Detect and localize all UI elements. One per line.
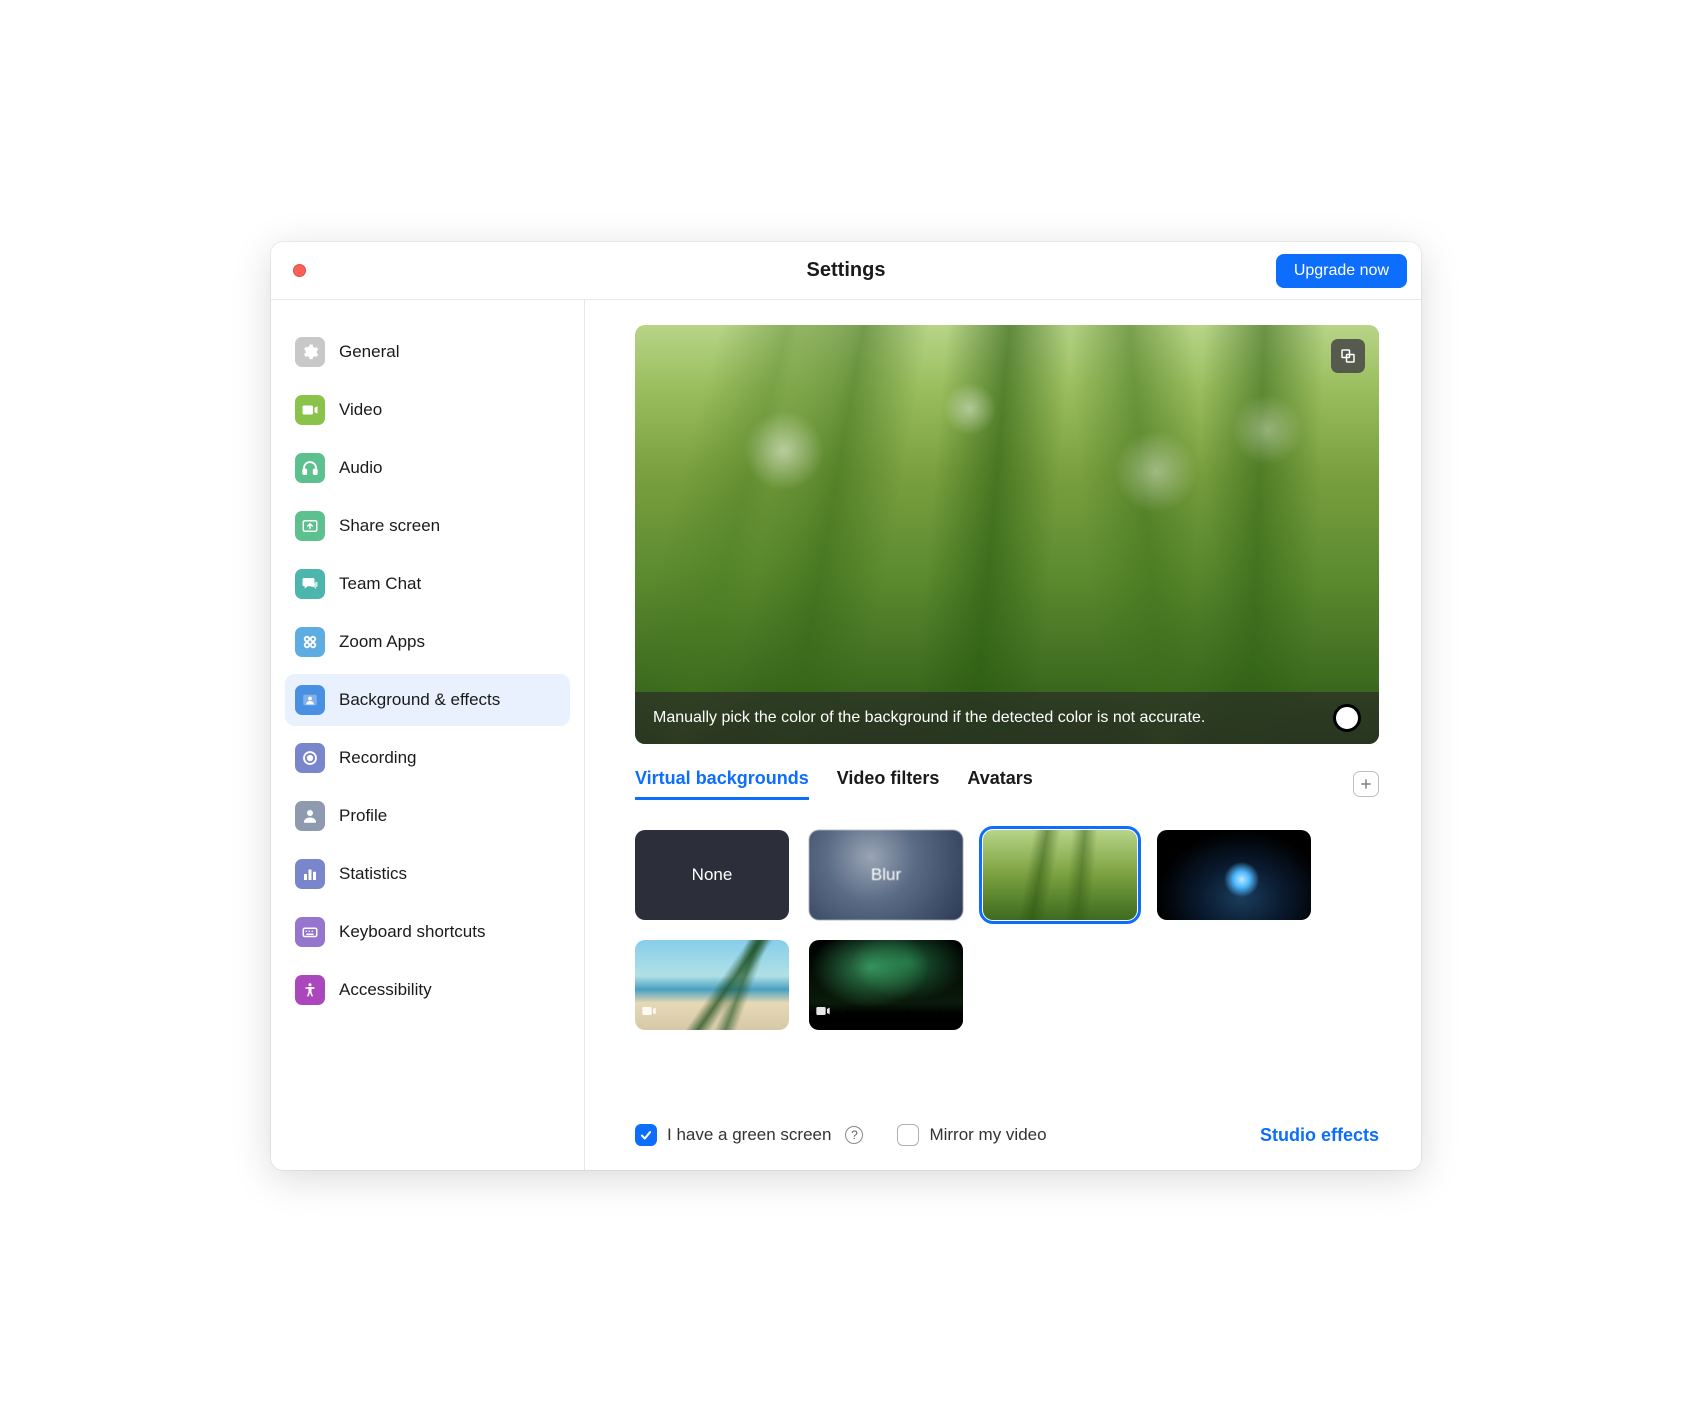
sidebar-item-label: Accessibility xyxy=(339,980,432,1000)
statistics-icon xyxy=(295,859,325,889)
settings-window: Settings Upgrade now General Video xyxy=(271,242,1421,1170)
preview-caption-text: Manually pick the color of the backgroun… xyxy=(653,706,1205,729)
keyboard-icon xyxy=(295,917,325,947)
add-background-button[interactable] xyxy=(1353,771,1379,797)
sidebar-item-accessibility[interactable]: Accessibility xyxy=(285,964,570,1016)
sidebar-item-background-effects[interactable]: Background & effects xyxy=(285,674,570,726)
sidebar-item-zoom-apps[interactable]: Zoom Apps xyxy=(285,616,570,668)
mirror-video-option[interactable]: Mirror my video xyxy=(897,1124,1046,1146)
footer-options: I have a green screen ? Mirror my video xyxy=(635,1124,1047,1146)
green-screen-label: I have a green screen xyxy=(667,1125,831,1145)
tab-avatars[interactable]: Avatars xyxy=(967,768,1032,800)
mirror-video-checkbox[interactable] xyxy=(897,1124,919,1146)
background-beach[interactable] xyxy=(635,940,789,1030)
sidebar-item-label: Statistics xyxy=(339,864,407,884)
window-title: Settings xyxy=(807,259,886,282)
share-screen-icon xyxy=(295,511,325,541)
upgrade-button[interactable]: Upgrade now xyxy=(1276,254,1407,288)
sidebar-item-label: Zoom Apps xyxy=(339,632,425,652)
background-blur[interactable]: Blur xyxy=(809,830,963,920)
background-thumbnails: None Blur xyxy=(635,830,1379,1030)
sidebar-item-share-screen[interactable]: Share screen xyxy=(285,500,570,552)
thumb-label: None xyxy=(692,865,733,885)
close-window-button[interactable] xyxy=(293,264,306,277)
tabs-row: Virtual backgrounds Video filters Avatar… xyxy=(635,768,1379,800)
sidebar-item-label: Team Chat xyxy=(339,574,421,594)
aurora-trees xyxy=(809,1008,963,1030)
sidebar-item-label: Video xyxy=(339,400,382,420)
accessibility-icon xyxy=(295,975,325,1005)
color-picker-button[interactable] xyxy=(1333,704,1361,732)
sidebar-item-label: Audio xyxy=(339,458,382,478)
sidebar-item-statistics[interactable]: Statistics xyxy=(285,848,570,900)
preview-background xyxy=(635,325,1379,744)
sidebar-item-label: Profile xyxy=(339,806,387,826)
video-badge-icon xyxy=(641,1003,657,1024)
record-icon xyxy=(295,743,325,773)
sidebar-item-label: Background & effects xyxy=(339,690,500,710)
chat-icon xyxy=(295,569,325,599)
background-none[interactable]: None xyxy=(635,830,789,920)
sidebar-item-general[interactable]: General xyxy=(285,326,570,378)
background-effects-icon xyxy=(295,685,325,715)
titlebar: Settings Upgrade now xyxy=(271,242,1421,300)
thumb-label: Blur xyxy=(871,865,901,885)
tabs: Virtual backgrounds Video filters Avatar… xyxy=(635,768,1033,800)
green-screen-checkbox[interactable] xyxy=(635,1124,657,1146)
background-earth[interactable] xyxy=(1157,830,1311,920)
video-preview: Manually pick the color of the backgroun… xyxy=(635,325,1379,744)
content: General Video Audio Share screen xyxy=(271,300,1421,1170)
headphones-icon xyxy=(295,453,325,483)
apps-icon xyxy=(295,627,325,657)
tab-virtual-backgrounds[interactable]: Virtual backgrounds xyxy=(635,768,809,800)
green-screen-option[interactable]: I have a green screen ? xyxy=(635,1124,863,1146)
video-badge-icon xyxy=(815,1003,831,1024)
rotate-camera-button[interactable] xyxy=(1331,339,1365,373)
sidebar-item-audio[interactable]: Audio xyxy=(285,442,570,494)
tab-video-filters[interactable]: Video filters xyxy=(837,768,940,800)
background-grass[interactable] xyxy=(983,830,1137,920)
preview-caption-bar: Manually pick the color of the backgroun… xyxy=(635,692,1379,744)
sidebar: General Video Audio Share screen xyxy=(271,300,585,1170)
sidebar-item-profile[interactable]: Profile xyxy=(285,790,570,842)
sidebar-item-team-chat[interactable]: Team Chat xyxy=(285,558,570,610)
sidebar-item-recording[interactable]: Recording xyxy=(285,732,570,784)
sidebar-item-label: Share screen xyxy=(339,516,440,536)
sidebar-item-keyboard-shortcuts[interactable]: Keyboard shortcuts xyxy=(285,906,570,958)
sidebar-item-video[interactable]: Video xyxy=(285,384,570,436)
studio-effects-link[interactable]: Studio effects xyxy=(1260,1125,1379,1146)
gear-icon xyxy=(295,337,325,367)
profile-icon xyxy=(295,801,325,831)
sidebar-item-label: General xyxy=(339,342,399,362)
sidebar-item-label: Keyboard shortcuts xyxy=(339,922,485,942)
sidebar-item-label: Recording xyxy=(339,748,417,768)
help-icon[interactable]: ? xyxy=(845,1126,863,1144)
footer: I have a green screen ? Mirror my video … xyxy=(635,1100,1379,1146)
mirror-video-label: Mirror my video xyxy=(929,1125,1046,1145)
video-icon xyxy=(295,395,325,425)
main-panel: Manually pick the color of the backgroun… xyxy=(585,300,1421,1170)
background-aurora[interactable] xyxy=(809,940,963,1030)
